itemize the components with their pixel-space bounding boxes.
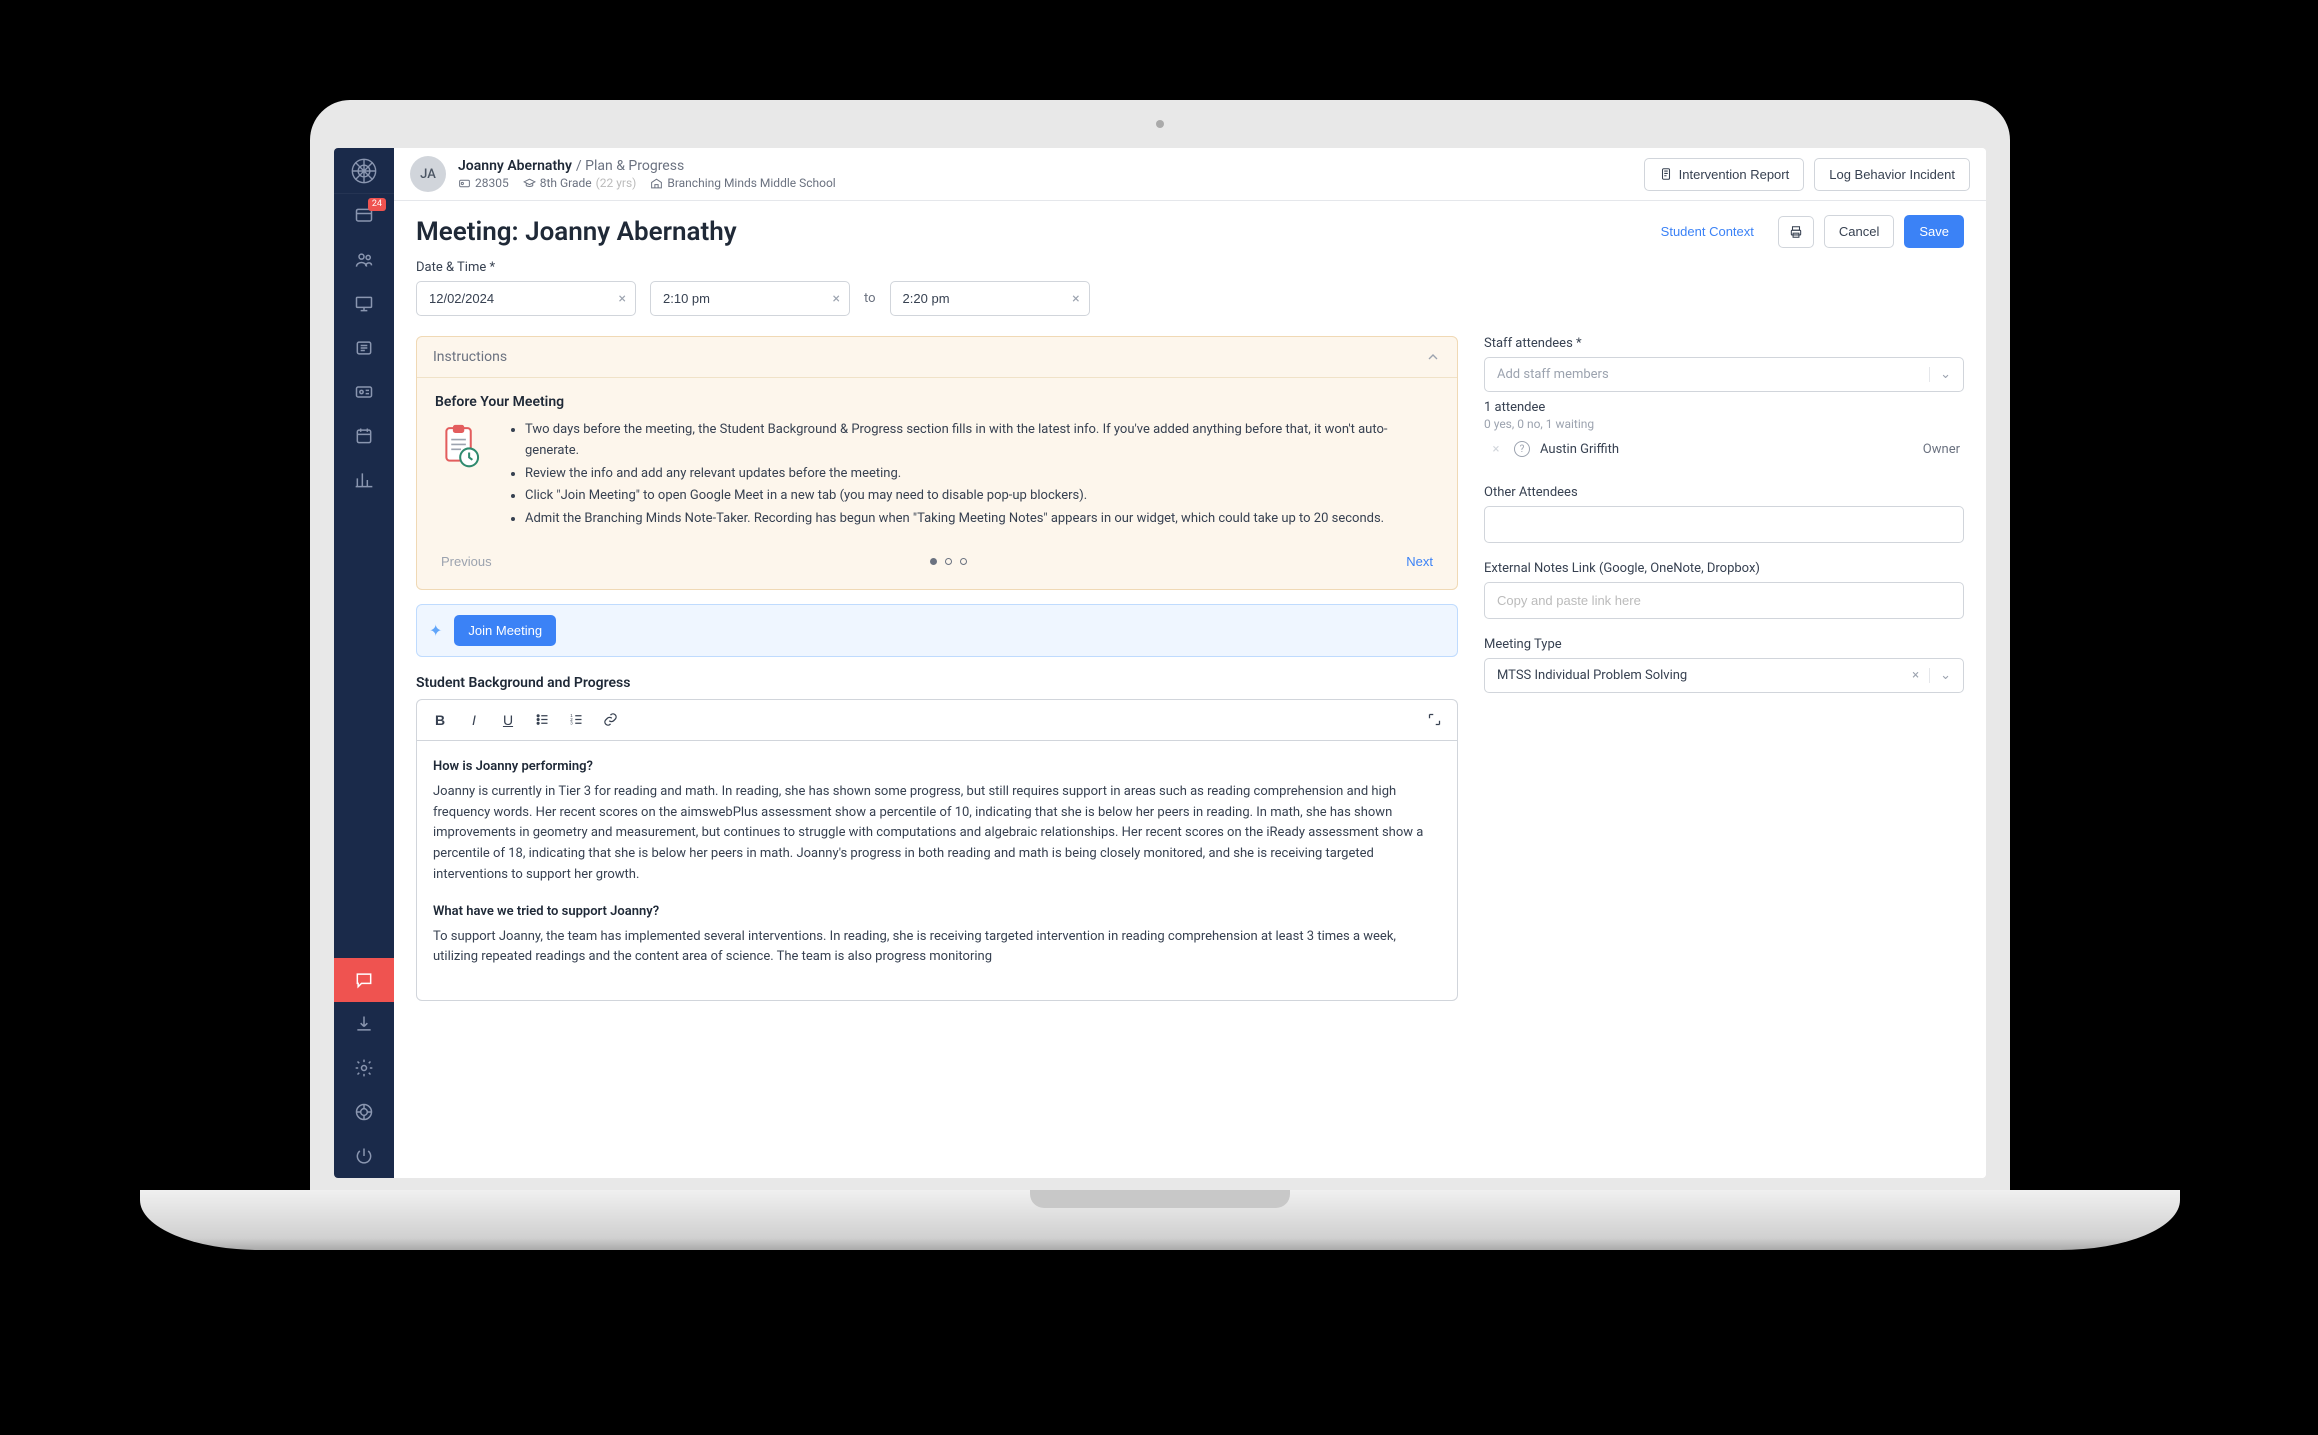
attendee-status-icon: ? xyxy=(1514,441,1530,457)
cancel-button[interactable]: Cancel xyxy=(1824,215,1894,248)
student-avatar: JA xyxy=(410,156,446,192)
bold-button[interactable]: B xyxy=(425,706,455,734)
question-1: How is Joanny performing? xyxy=(433,757,1441,778)
background-section-title: Student Background and Progress xyxy=(416,675,1458,691)
nav-list-icon[interactable] xyxy=(334,326,394,370)
join-meeting-button[interactable]: Join Meeting xyxy=(454,615,556,646)
attendee-name: Austin Griffith xyxy=(1540,442,1619,457)
editor-toolbar: B I U 123 xyxy=(416,699,1458,740)
log-behavior-button[interactable]: Log Behavior Incident xyxy=(1814,158,1970,191)
join-meeting-bar: ✦ Join Meeting xyxy=(416,604,1458,657)
numbered-list-button[interactable]: 123 xyxy=(561,706,591,734)
other-attendees-input[interactable] xyxy=(1484,506,1964,543)
start-time-input[interactable] xyxy=(650,281,850,316)
clear-end-icon[interactable]: × xyxy=(1072,291,1079,307)
student-context-button[interactable]: Student Context xyxy=(1647,216,1768,247)
chevron-down-icon: ⌄ xyxy=(1929,367,1951,382)
external-notes-input[interactable] xyxy=(1484,582,1964,619)
attendee-status: 0 yes, 0 no, 1 waiting xyxy=(1484,417,1964,431)
answer-1: Joanny is currently in Tier 3 for readin… xyxy=(433,782,1441,886)
italic-button[interactable]: I xyxy=(459,706,489,734)
meeting-type-label: Meeting Type xyxy=(1484,637,1964,652)
chevron-up-icon xyxy=(1425,349,1441,365)
instructions-list: Two days before the meeting, the Student… xyxy=(505,420,1439,530)
nav-dashboard-icon[interactable]: 24 xyxy=(334,194,394,238)
clear-date-icon[interactable]: × xyxy=(619,291,626,307)
nav-chat-icon[interactable] xyxy=(334,958,394,1002)
question-2: What have we tried to support Joanny? xyxy=(433,902,1441,923)
instructions-prev-button[interactable]: Previous xyxy=(431,548,502,575)
sparkle-icon: ✦ xyxy=(429,621,442,640)
nav-presentation-icon[interactable] xyxy=(334,282,394,326)
date-input[interactable] xyxy=(416,281,636,316)
nav-calendar-icon[interactable] xyxy=(334,414,394,458)
editor-content[interactable]: How is Joanny performing? Joanny is curr… xyxy=(416,740,1458,1001)
student-grade: 8th Grade (22 yrs) xyxy=(523,176,637,190)
intervention-report-button[interactable]: Intervention Report xyxy=(1644,158,1805,191)
instructions-next-button[interactable]: Next xyxy=(1396,548,1443,575)
datetime-label: Date & Time * xyxy=(416,260,1964,275)
nav-badge: 24 xyxy=(368,198,386,211)
breadcrumb: / Plan & Progress xyxy=(576,158,684,174)
clear-start-icon[interactable]: × xyxy=(833,291,840,307)
remove-attendee-icon[interactable]: × xyxy=(1488,442,1504,457)
sidebar: 24 xyxy=(334,148,394,1178)
end-time-input[interactable] xyxy=(890,281,1090,316)
instructions-dots xyxy=(502,558,1397,565)
chevron-down-icon: ⌄ xyxy=(1929,668,1951,683)
external-notes-label: External Notes Link (Google, OneNote, Dr… xyxy=(1484,561,1964,576)
meeting-type-select[interactable]: MTSS Individual Problem Solving × ⌄ xyxy=(1484,658,1964,693)
staff-attendees-select[interactable]: Add staff members ⌄ xyxy=(1484,357,1964,392)
to-label: to xyxy=(864,291,876,306)
save-button[interactable]: Save xyxy=(1904,215,1964,248)
nav-power-icon[interactable] xyxy=(334,1134,394,1178)
staff-attendees-label: Staff attendees * xyxy=(1484,336,1964,351)
app-logo[interactable] xyxy=(334,148,394,194)
other-attendees-label: Other Attendees xyxy=(1484,485,1964,500)
student-id: 28305 xyxy=(458,176,509,190)
bullet-list-button[interactable] xyxy=(527,706,557,734)
attendee-count: 1 attendee xyxy=(1484,400,1964,415)
instructions-toggle[interactable]: Instructions xyxy=(417,337,1457,378)
nav-id-icon[interactable] xyxy=(334,370,394,414)
print-button[interactable] xyxy=(1778,216,1814,248)
nav-help-icon[interactable] xyxy=(334,1090,394,1134)
nav-chart-icon[interactable] xyxy=(334,458,394,502)
nav-settings-icon[interactable] xyxy=(334,1046,394,1090)
answer-2: To support Joanny, the team has implemen… xyxy=(433,927,1441,969)
nav-users-icon[interactable] xyxy=(334,238,394,282)
expand-button[interactable] xyxy=(1419,706,1449,734)
clipboard-clock-icon xyxy=(435,420,491,532)
attendee-role: Owner xyxy=(1923,442,1960,457)
nav-download-icon[interactable] xyxy=(334,1002,394,1046)
page-title: Meeting: Joanny Abernathy xyxy=(416,217,737,247)
student-school: Branching Minds Middle School xyxy=(650,176,835,190)
attendee-row: × ? Austin Griffith Owner xyxy=(1484,431,1964,467)
underline-button[interactable]: U xyxy=(493,706,523,734)
instructions-panel: Instructions Before Your Meeting xyxy=(416,336,1458,590)
student-name: Joanny Abernathy xyxy=(458,158,572,174)
instructions-heading: Before Your Meeting xyxy=(435,394,1439,410)
clear-meeting-type-icon[interactable]: × xyxy=(1912,668,1919,683)
topbar: JA Joanny Abernathy / Plan & Progress 28… xyxy=(394,148,1986,201)
svg-text:3: 3 xyxy=(570,721,573,726)
link-button[interactable] xyxy=(595,706,625,734)
